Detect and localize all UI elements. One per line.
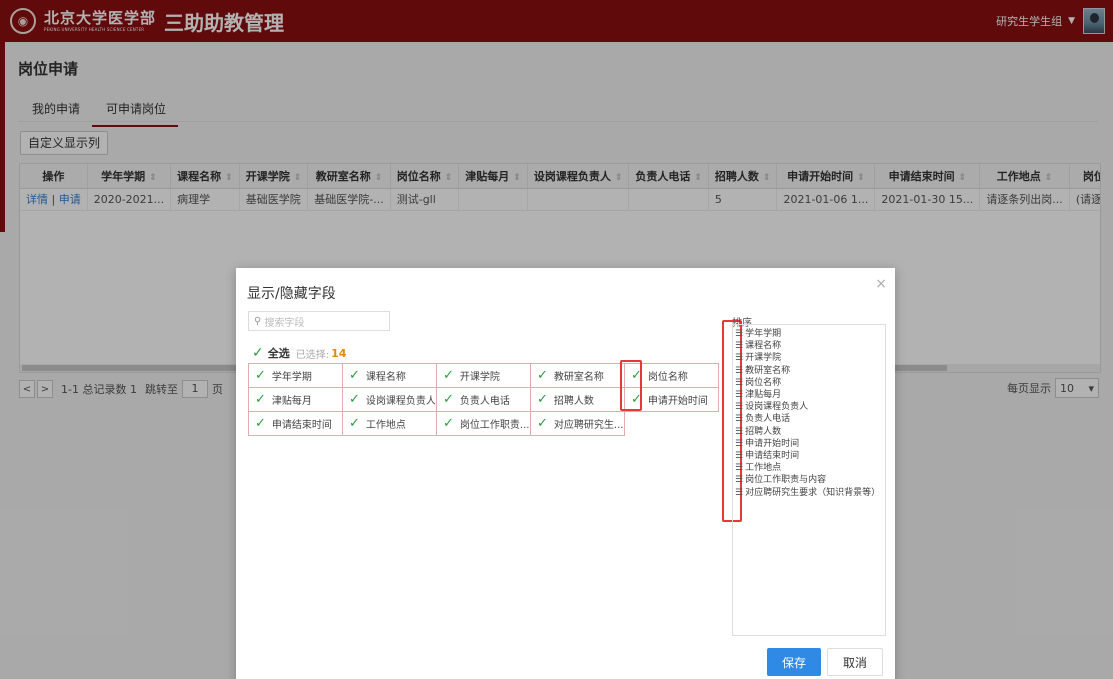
check-icon[interactable]: ✓ [443,416,454,431]
field-checkbox[interactable]: ✓ 教研室名称 [531,364,625,388]
sort-item[interactable]: ☰ 负责人电话 [733,413,885,425]
drag-handle-icon[interactable]: ☰ [735,401,743,413]
sort-item[interactable]: ☰ 开课学院 [733,352,885,364]
drag-handle-icon[interactable]: ☰ [735,487,743,499]
drag-handle-icon[interactable]: ☰ [735,389,743,401]
field-search-input[interactable]: ⚲ 搜索字段 [248,311,390,331]
field-checkbox[interactable]: ✓ 招聘人数 [531,388,625,412]
field-checkbox[interactable]: ✓ 津贴每月 [249,388,343,412]
drag-handle-icon[interactable]: ☰ [735,377,743,389]
check-icon[interactable]: ✓ [537,416,548,431]
check-icon[interactable]: ✓ [255,416,266,431]
check-icon[interactable]: ✓ [349,392,360,407]
sort-item[interactable]: ☰ 教研室名称 [733,365,885,377]
check-icon[interactable]: ✓ [255,368,266,383]
select-all-label[interactable]: 全选 [268,345,290,361]
sort-list: ☰ 学年学期 ☰ 课程名称 ☰ 开课学院 ☰ 教研室名称 ☰ 岗位名称 ☰ 津贴每月 ☰ 设岗… [732,324,886,636]
field-checkbox[interactable]: ✓ 课程名称 [343,364,437,388]
sort-item[interactable]: ☰ 申请结束时间 [733,450,885,462]
field-checkbox[interactable]: ✓ 开课学院 [437,364,531,388]
field-checkbox[interactable]: ✓ 设岗课程负责人 [343,388,437,412]
drag-handle-icon[interactable]: ☰ [735,426,743,438]
check-icon[interactable]: ✓ [443,392,454,407]
drag-handle-icon[interactable]: ☰ [735,352,743,364]
field-checkbox[interactable]: ✓ 工作地点 [343,412,437,436]
field-checkbox-grid: ✓ 学年学期 ✓ 课程名称 ✓ 开课学院 ✓ 教研室名称 ✓ 岗位名称 ✓ 津贴每月 ✓ 设岗… [248,363,719,436]
field-checkbox[interactable]: ✓ 对应聘研究生... [531,412,625,436]
sort-item[interactable]: ☰ 岗位工作职责与内容 [733,474,885,486]
sort-item[interactable]: ☰ 招聘人数 [733,426,885,438]
search-placeholder[interactable]: 搜索字段 [264,314,304,329]
save-button[interactable]: 保存 [767,648,821,676]
check-icon[interactable]: ✓ [537,368,548,383]
cancel-button[interactable]: 取消 [827,648,883,676]
close-icon[interactable]: × [875,276,887,292]
sort-item[interactable]: ☰ 课程名称 [733,340,885,352]
field-checkbox[interactable]: ✓ 申请结束时间 [249,412,343,436]
check-icon[interactable]: ✓ [443,368,454,383]
field-checkbox[interactable]: ✓ 负责人电话 [437,388,531,412]
search-icon: ⚲ [254,315,262,327]
drag-handle-icon[interactable]: ☰ [735,438,743,450]
selected-label: 已选择: [295,349,330,361]
sort-item[interactable]: ☰ 工作地点 [733,462,885,474]
check-icon[interactable]: ✓ [537,392,548,407]
field-checkbox[interactable]: ✓ 岗位工作职责... [437,412,531,436]
sort-item[interactable]: ☰ 学年学期 [733,328,885,340]
check-icon[interactable]: ✓ [349,368,360,383]
drag-handle-icon[interactable]: ☰ [735,365,743,377]
column-visibility-dialog: 显示/隐藏字段 × ⚲ 搜索字段 ✓ 全选 已选择: 14 ✓ 学年学期 ✓ 课程名… [236,268,895,679]
highlight-box [620,360,642,411]
check-icon[interactable]: ✓ [349,416,360,431]
sort-item[interactable]: ☰ 对应聘研究生要求（知识背景等） [733,486,885,498]
sort-item[interactable]: ☰ 申请开始时间 [733,438,885,450]
sort-item[interactable]: ☰ 津贴每月 [733,389,885,401]
check-icon[interactable]: ✓ [255,392,266,407]
check-icon[interactable]: ✓ [252,345,264,361]
dialog-title: 显示/隐藏字段 [247,286,336,302]
sort-item[interactable]: ☰ 岗位名称 [733,377,885,389]
field-checkbox[interactable]: ✓ 学年学期 [249,364,343,388]
selected-count: 14 [331,346,347,360]
sort-item[interactable]: ☰ 设岗课程负责人 [733,401,885,413]
drag-handle-icon[interactable]: ☰ [735,413,743,425]
select-all[interactable]: ✓ 全选 已选择: 14 [252,345,346,361]
drag-handle-icon[interactable]: ☰ [735,462,743,474]
drag-handle-icon[interactable]: ☰ [735,340,743,352]
drag-handle-icon[interactable]: ☰ [735,328,743,340]
drag-handle-icon[interactable]: ☰ [735,474,743,486]
drag-handle-icon[interactable]: ☰ [735,450,743,462]
